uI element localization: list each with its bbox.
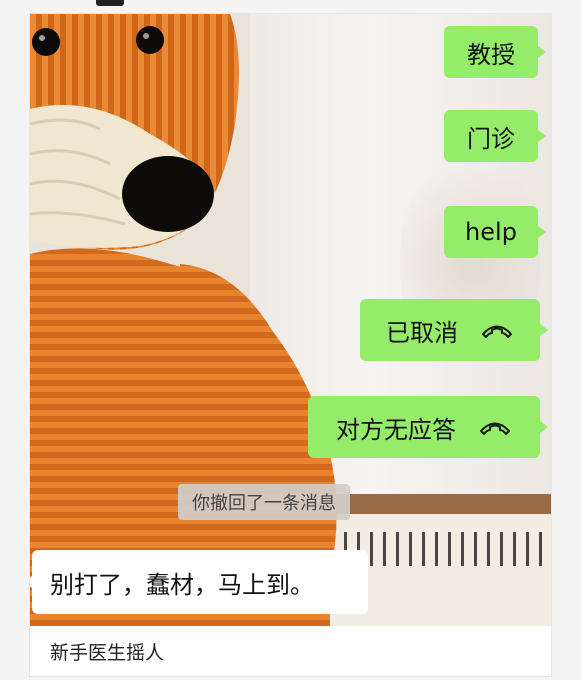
message-bubble-received[interactable]: 别打了，蠢材，马上到。 xyxy=(30,550,368,614)
phone-hangup-icon xyxy=(482,325,512,338)
message-text: 已取消 xyxy=(386,318,458,347)
screenshot-card: 教授 门诊 help 已取消 对方无应答 你撤回了一条消息 别打了，蠢材，马上到… xyxy=(30,14,551,676)
message-bubble-sent[interactable]: 门诊 xyxy=(444,110,546,162)
message-bubble-sent[interactable]: help xyxy=(444,206,546,258)
message-text: 教授 xyxy=(467,40,515,69)
message-text: 对方无应答 xyxy=(336,415,456,444)
recall-notice-text: 你撤回了一条消息 xyxy=(192,493,336,514)
message-text: 门诊 xyxy=(467,124,515,153)
top-mark xyxy=(96,0,124,6)
plush-bear-photo xyxy=(30,14,337,626)
caption-bar: 新手医生摇人 xyxy=(30,626,551,676)
message-bubble-sent[interactable]: 教授 xyxy=(444,26,546,78)
call-record-no-answer[interactable]: 对方无应答 xyxy=(308,396,548,458)
message-text: 别打了，蠢材，马上到。 xyxy=(50,570,314,599)
phone-hangup-icon xyxy=(480,422,510,435)
caption-text: 新手医生摇人 xyxy=(50,641,165,664)
call-record-cancelled[interactable]: 已取消 xyxy=(360,299,548,361)
message-text: help xyxy=(465,218,517,246)
recall-notice: 你撤回了一条消息 xyxy=(178,484,350,520)
